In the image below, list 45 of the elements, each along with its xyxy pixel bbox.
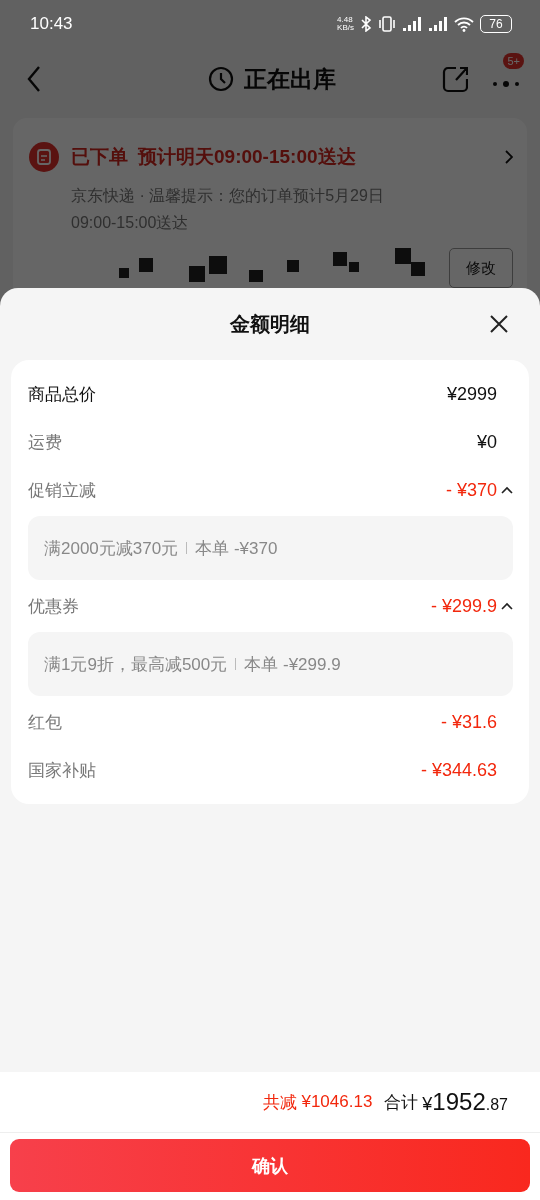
notification-badge: 5+ xyxy=(503,53,524,69)
total-label: 合计 xyxy=(384,1091,419,1114)
signal-icon xyxy=(428,16,448,32)
share-icon xyxy=(442,65,468,93)
edit-button[interactable]: 修改 xyxy=(449,248,513,288)
price-label: 运费 xyxy=(28,431,62,454)
price-amount: - ¥299.9 xyxy=(430,595,497,617)
price-label: 促销立减 xyxy=(28,479,96,502)
clock-icon xyxy=(208,66,234,92)
discount-rule: 满2000元减370元 xyxy=(44,537,179,560)
chevron-up-icon[interactable] xyxy=(501,602,513,610)
clock-time: 10:43 xyxy=(30,14,73,34)
order-discount: 本单 -¥299.9 xyxy=(244,653,341,676)
signal-icon xyxy=(402,16,422,32)
order-icon xyxy=(29,142,59,172)
price-label: 优惠券 xyxy=(28,595,79,618)
wifi-icon xyxy=(454,16,474,32)
bluetooth-icon xyxy=(360,16,372,32)
price-amount: ¥2999 xyxy=(446,383,497,405)
price-label: 商品总价 xyxy=(28,383,96,406)
order-discount: 本单 -¥370 xyxy=(195,537,278,560)
delivery-estimate: 预计明天09:00-15:00送达 xyxy=(138,145,356,169)
battery-level: 76 xyxy=(489,17,503,31)
network-speed: 4.48 xyxy=(337,16,354,24)
discount-rule: 满1元9折，最高减500元 xyxy=(44,653,228,676)
price-amount: - ¥31.6 xyxy=(440,711,497,733)
page-title: 正在出库 xyxy=(244,64,336,94)
chevron-right-icon xyxy=(505,150,513,164)
saved-label: 共减 xyxy=(263,1091,298,1114)
more-icon xyxy=(492,79,520,89)
close-icon[interactable] xyxy=(490,315,508,333)
sheet-title: 金额明细 xyxy=(230,311,310,337)
back-icon xyxy=(26,65,42,93)
price-amount: - ¥370 xyxy=(445,479,497,501)
price-label: 国家补贴 xyxy=(28,759,96,782)
price-amount: ¥0 xyxy=(476,431,497,453)
price-label: 红包 xyxy=(28,711,62,734)
saved-amount: ¥1046.13 xyxy=(301,1092,373,1112)
speed-unit: KB/s xyxy=(337,24,354,32)
order-status: 已下单 xyxy=(71,145,128,169)
price-amount: - ¥344.63 xyxy=(420,759,497,781)
confirm-button[interactable]: 确认 xyxy=(10,1139,530,1192)
total-amount: ¥1952.87 xyxy=(422,1088,508,1116)
chevron-up-icon[interactable] xyxy=(501,486,513,494)
vibrate-icon xyxy=(378,16,396,32)
